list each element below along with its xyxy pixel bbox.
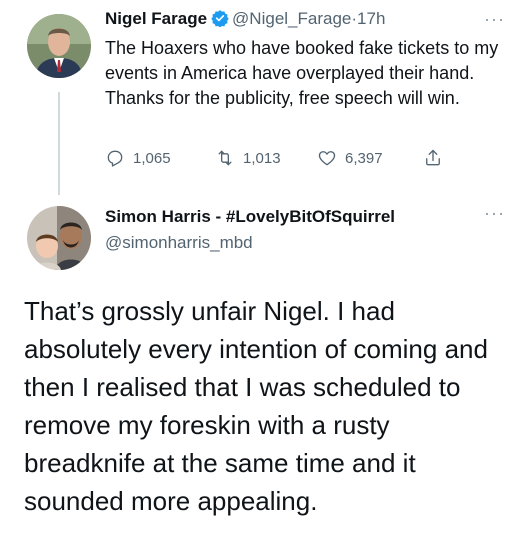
author-name[interactable]: Simon Harris - #LovelyBitOfSquirrel xyxy=(105,206,395,228)
tweet1-body: The Hoaxers who have booked fake tickets… xyxy=(105,38,499,108)
avatar-simon-harris[interactable] xyxy=(27,206,91,270)
more-options-icon[interactable]: ··· xyxy=(484,204,505,222)
author-handle[interactable]: @Nigel_Farage xyxy=(232,9,351,28)
like-button[interactable]: 6,397 xyxy=(317,146,383,170)
more-options-icon[interactable]: ··· xyxy=(484,10,505,28)
tweet1-action-bar: 1,065 1,013 6,397 xyxy=(105,146,445,170)
share-button[interactable] xyxy=(423,146,443,170)
avatar-nigel-farage[interactable] xyxy=(27,14,91,78)
retweet-icon xyxy=(215,148,235,168)
heart-icon xyxy=(317,148,337,168)
retweet-count: 1,013 xyxy=(243,149,281,167)
like-count: 6,397 xyxy=(345,149,383,167)
tweet1-header: Nigel Farage @Nigel_Farage·17h xyxy=(105,8,385,33)
share-icon xyxy=(423,148,443,168)
reply-count: 1,065 xyxy=(133,149,171,167)
retweet-button[interactable]: 1,013 xyxy=(215,146,281,170)
author-handle[interactable]: @simonharris_mbd xyxy=(105,232,253,254)
tweet2-body: That’s grossly unfair Nigel. I had absol… xyxy=(24,296,488,516)
thread-connector-line xyxy=(58,92,60,195)
reply-icon xyxy=(105,148,125,168)
verified-badge-icon xyxy=(211,9,229,33)
tweet-timestamp[interactable]: 17h xyxy=(357,9,385,28)
reply-button[interactable]: 1,065 xyxy=(105,146,171,170)
author-name[interactable]: Nigel Farage xyxy=(105,9,207,28)
